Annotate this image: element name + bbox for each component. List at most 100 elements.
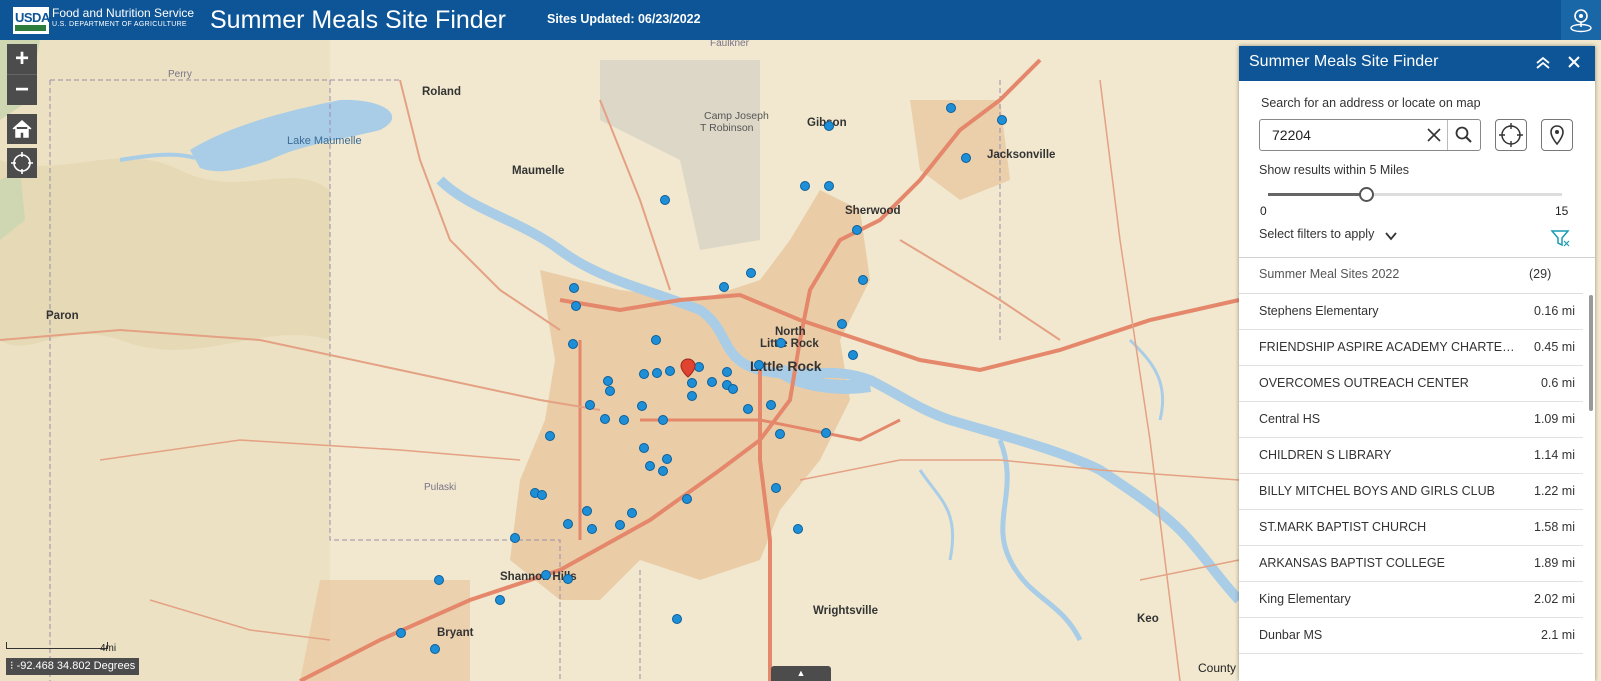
site-marker: [434, 575, 444, 585]
site-marker: [637, 401, 647, 411]
app-header: USDA Food and Nutrition Service U.S. DEP…: [0, 0, 1601, 40]
site-marker: [682, 494, 692, 504]
site-marker: [672, 614, 682, 624]
site-name: ST.MARK BAPTIST CHURCH: [1259, 520, 1427, 534]
site-marker: [687, 391, 697, 401]
site-marker: [568, 339, 578, 349]
site-name: BILLY MITCHEL BOYS AND GIRLS CLUB: [1259, 484, 1495, 498]
site-distance: 0.16 mi: [1534, 304, 1575, 318]
site-marker: [585, 400, 595, 410]
search-input[interactable]: [1260, 120, 1420, 150]
clear-search-icon[interactable]: [1424, 125, 1444, 145]
radius-label: Show results within 5 Miles: [1259, 163, 1410, 177]
site-distance: 1.58 mi: [1534, 520, 1575, 534]
site-marker: [793, 524, 803, 534]
site-list-item[interactable]: Stephens Elementary 0.16 mi: [1239, 294, 1583, 330]
slider-max-label: 15: [1555, 204, 1569, 218]
site-marker: [627, 508, 637, 518]
site-name: FRIENDSHIP ASPIRE ACADEMY CHARTER SCHOOL: [1259, 340, 1519, 354]
site-marker: [858, 275, 868, 285]
site-name: OVERCOMES OUTREACH CENTER: [1259, 376, 1469, 390]
site-marker: [754, 360, 764, 370]
site-name: Central HS: [1259, 412, 1321, 426]
chevron-down-icon[interactable]: [1384, 229, 1398, 243]
site-finder-panel: Summer Meals Site Finder Search for an a…: [1239, 46, 1595, 681]
zoom-out-button[interactable]: −: [7, 74, 37, 105]
site-name: King Elementary: [1259, 592, 1351, 606]
zoom-in-button[interactable]: +: [7, 44, 37, 74]
site-list-item[interactable]: CHILDREN S LIBRARY 1.14 mi: [1239, 438, 1583, 474]
site-marker: [615, 520, 625, 530]
site-marker: [743, 404, 753, 414]
close-panel-button[interactable]: [1564, 51, 1584, 73]
site-marker: [775, 429, 785, 439]
results-scrollbar[interactable]: [1589, 295, 1593, 411]
location-pin-icon: [1570, 9, 1592, 33]
site-marker: [961, 153, 971, 163]
radius-slider[interactable]: [1268, 187, 1562, 202]
site-marker: [658, 466, 668, 476]
site-distance: 2.1 mi: [1540, 628, 1575, 642]
site-list-item[interactable]: ST.MARK BAPTIST CHURCH 1.58 mi: [1239, 510, 1583, 546]
site-distance: 0.45 mi: [1534, 340, 1575, 354]
site-marker: [837, 319, 847, 329]
site-list-item[interactable]: King Elementary 2.02 mi: [1239, 582, 1583, 618]
slider-fill: [1268, 193, 1366, 196]
site-marker: [396, 628, 406, 638]
site-distance: 1.14 mi: [1534, 448, 1575, 462]
site-marker: [541, 570, 551, 580]
site-marker: [605, 386, 615, 396]
site-marker: [600, 414, 610, 424]
expand-panel-button[interactable]: ▲: [771, 666, 831, 681]
locate-map-button[interactable]: [7, 148, 37, 178]
search-icon[interactable]: [1454, 125, 1474, 145]
site-list-item[interactable]: BILLY MITCHEL BOYS AND GIRLS CLUB 1.22 m…: [1239, 474, 1583, 510]
site-marker: [728, 384, 738, 394]
locate-me-button[interactable]: [1495, 119, 1527, 151]
slider-thumb[interactable]: [1359, 187, 1374, 202]
site-marker: [571, 301, 581, 311]
site-markers-layer[interactable]: [0, 40, 1239, 681]
site-marker: [848, 350, 858, 360]
site-name: Dunbar MS: [1259, 628, 1323, 642]
double-chevron-up-icon: [1536, 56, 1550, 69]
site-marker: [563, 519, 573, 529]
coordinates-readout: ⁝ -92.468 34.802 Degrees: [6, 658, 140, 675]
site-marker: [776, 338, 786, 348]
site-marker: [639, 369, 649, 379]
site-marker: [665, 366, 675, 376]
site-list-item[interactable]: OVERCOMES OUTREACH CENTER 0.6 mi: [1239, 366, 1583, 402]
site-list-item[interactable]: Central HS 1.09 mi: [1239, 402, 1583, 438]
results-count: (29): [1529, 267, 1552, 281]
site-distance: 1.22 mi: [1534, 484, 1575, 498]
site-list-item[interactable]: ARKANSAS BAPTIST COLLEGE 1.89 mi: [1239, 546, 1583, 582]
site-list-item[interactable]: Dunbar MS 2.1 mi: [1239, 618, 1583, 654]
search-box: [1259, 119, 1481, 151]
site-marker: [946, 103, 956, 113]
site-marker: [619, 415, 629, 425]
site-marker: [569, 283, 579, 293]
slider-min-label: 0: [1260, 204, 1267, 218]
collapse-panel-button[interactable]: [1533, 52, 1553, 74]
site-marker: [652, 368, 662, 378]
select-on-map-button[interactable]: [1541, 119, 1573, 151]
site-list-item[interactable]: FRIENDSHIP ASPIRE ACADEMY CHARTER SCHOOL…: [1239, 330, 1583, 366]
filter-icon[interactable]: [1550, 229, 1570, 247]
site-marker: [510, 533, 520, 543]
agency-name: Food and Nutrition Service: [52, 6, 195, 20]
site-marker: [722, 367, 732, 377]
filter-toggle[interactable]: Select filters to apply: [1259, 227, 1374, 241]
crosshair-icon: [11, 152, 33, 174]
home-button[interactable]: [7, 114, 37, 144]
panel-title: Summer Meals Site Finder: [1249, 53, 1439, 70]
site-marker: [824, 121, 834, 131]
site-marker: [639, 443, 649, 453]
panel-header: Summer Meals Site Finder: [1239, 46, 1595, 81]
site-marker: [651, 335, 661, 345]
site-distance: 0.6 mi: [1540, 376, 1575, 390]
map-layers-button[interactable]: [1561, 0, 1601, 40]
selected-location-marker: [680, 358, 696, 378]
site-marker: [687, 378, 697, 388]
department-name: U.S. DEPARTMENT OF AGRICULTURE: [52, 21, 187, 28]
site-name: CHILDREN S LIBRARY: [1259, 448, 1392, 462]
